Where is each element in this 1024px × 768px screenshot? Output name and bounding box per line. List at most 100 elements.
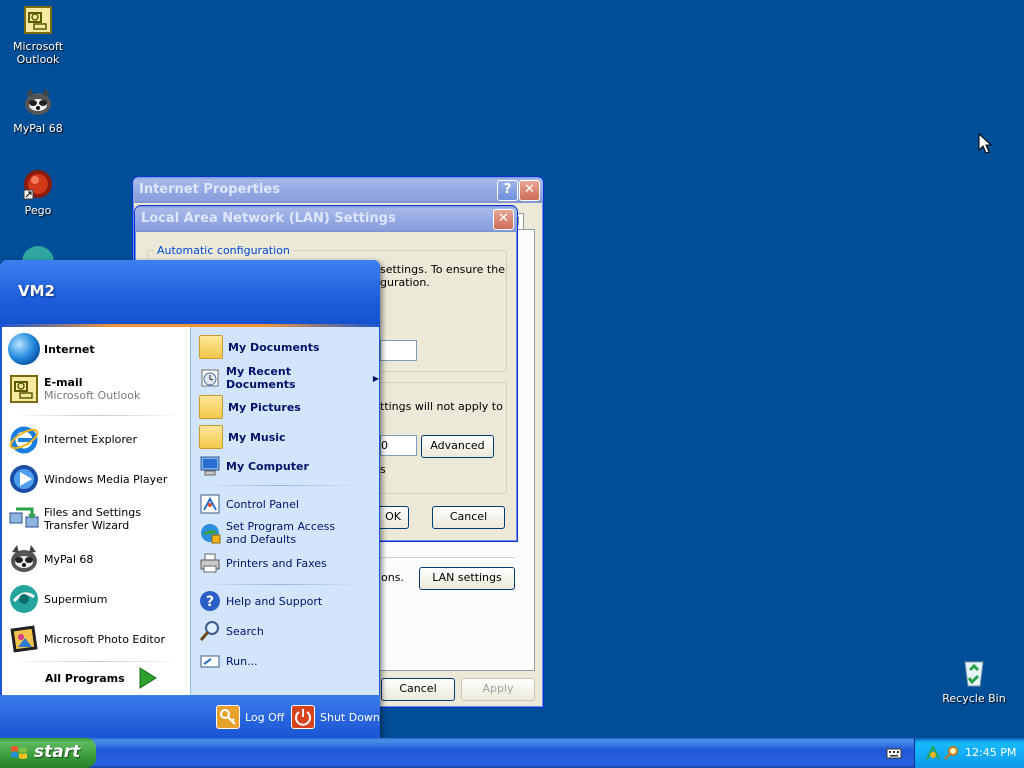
close-button[interactable]: ✕: [519, 180, 540, 201]
item-label: My Recent Documents: [226, 365, 296, 391]
item-label: Supermium: [44, 592, 108, 606]
item-label: My Pictures: [228, 400, 301, 414]
start-item-run[interactable]: Run...: [199, 650, 258, 672]
separator: [201, 485, 361, 486]
start-item-my-music[interactable]: My Music: [199, 425, 286, 449]
start-item-help[interactable]: ? Help and Support: [199, 590, 322, 612]
start-item-transfer-wizard[interactable]: Files and Settings Transfer Wizard: [8, 503, 179, 535]
start-item-program-access[interactable]: Set Program Access and Defaults: [199, 520, 356, 546]
desktop-icon-label: Recycle Bin: [942, 692, 1006, 705]
folder-music-icon: [199, 425, 223, 449]
separator: [12, 661, 182, 662]
item-label: MyPal 68: [44, 552, 94, 566]
item-label: Run...: [226, 654, 258, 668]
advanced-button[interactable]: Advanced: [421, 435, 494, 458]
transfer-wizard-icon: [8, 503, 40, 535]
folder-pictures-icon: [199, 395, 223, 419]
close-button[interactable]: ✕: [493, 209, 514, 230]
port-field[interactable]: 0: [380, 435, 417, 456]
desktop-icon-recycle-bin[interactable]: Recycle Bin: [936, 656, 1012, 705]
internet-properties-titlebar[interactable]: Internet Properties ? ✕: [133, 177, 543, 203]
item-label: My Music: [228, 430, 286, 444]
mouse-cursor-icon: [978, 133, 992, 154]
lan-settings-button[interactable]: LAN settings: [419, 567, 515, 590]
recycle-bin-icon: [958, 656, 990, 688]
window-title: Local Area Network (LAN) Settings: [141, 211, 396, 226]
outlook-icon: [8, 373, 40, 405]
shut-down-button[interactable]: Shut Down: [291, 705, 380, 729]
all-programs-button[interactable]: All Programs: [45, 667, 157, 689]
port-value: 0: [381, 439, 388, 452]
photo-editor-icon: [8, 623, 40, 655]
start-label: start: [34, 742, 81, 762]
script-address-field[interactable]: [380, 340, 417, 361]
item-label: Internet Explorer: [44, 432, 137, 446]
run-icon: [199, 650, 221, 672]
item-label: My Documents: [228, 340, 320, 354]
system-tray: 12:45 PM: [914, 738, 1024, 768]
start-item-my-recent-documents[interactable]: My Recent Documents ▶: [199, 365, 379, 391]
network-tray-icon[interactable]: [925, 745, 941, 761]
group-legend: Automatic configuration: [154, 244, 293, 257]
start-item-my-computer[interactable]: My Computer: [199, 455, 309, 477]
taskbar: [0, 738, 1024, 768]
item-label: Microsoft Photo Editor: [44, 632, 165, 646]
lan-settings-titlebar[interactable]: Local Area Network (LAN) Settings ✕: [135, 206, 517, 232]
start-item-internet-explorer[interactable]: Internet Explorer: [8, 423, 137, 455]
start-item-mypal[interactable]: MyPal 68: [8, 543, 93, 575]
internet-globe-icon: [8, 333, 40, 365]
start-item-internet[interactable]: Internet: [8, 333, 95, 365]
desktop-icon-outlook[interactable]: Microsoft Outlook: [0, 4, 76, 66]
start-item-control-panel[interactable]: Control Panel: [199, 493, 299, 515]
pego-icon: [22, 168, 54, 200]
auto-config-text-1: settings. To ensure the: [380, 263, 505, 276]
start-item-my-documents[interactable]: My Documents: [199, 335, 320, 359]
start-item-media-player[interactable]: Windows Media Player: [8, 463, 167, 495]
ok-button[interactable]: OK: [377, 506, 409, 529]
item-label: Windows Media Player: [44, 472, 168, 486]
help-icon: ?: [199, 590, 221, 612]
item-label: My Computer: [226, 459, 309, 473]
proxy-text-1: ttings will not apply to: [380, 400, 503, 413]
start-button[interactable]: start: [0, 738, 96, 768]
cancel-button[interactable]: Cancel: [381, 678, 455, 701]
auto-config-text-2: guration.: [380, 276, 430, 289]
desktop-icon-mypal[interactable]: MyPal 68: [0, 86, 76, 135]
submenu-arrow-icon: ▶: [372, 373, 379, 383]
lan-separator: [379, 557, 515, 558]
folder-documents-icon: [199, 335, 223, 359]
item-label: Internet: [44, 342, 95, 356]
search-icon: [199, 620, 221, 642]
separator: [12, 415, 182, 416]
clock[interactable]: 12:45 PM: [965, 746, 1016, 759]
start-item-email[interactable]: E-mail Microsoft Outlook: [8, 373, 140, 405]
lan-text-fragment: ons.: [381, 571, 404, 584]
start-item-photo-editor[interactable]: Microsoft Photo Editor: [8, 623, 165, 655]
recent-documents-icon: [199, 367, 221, 389]
mypal-icon: [22, 86, 54, 118]
item-label: Printers and Faxes: [226, 556, 327, 570]
start-item-supermium[interactable]: Supermium: [8, 583, 108, 615]
start-item-search[interactable]: Search: [199, 620, 264, 642]
item-label: Control Panel: [226, 497, 299, 511]
apply-button[interactable]: Apply: [461, 678, 535, 701]
item-label: Files and Settings Transfer Wizard: [44, 506, 141, 532]
desktop-icon-label: MyPal 68: [13, 122, 63, 135]
start-menu-right-column: My Documents My Recent Documents ▶ My Pi…: [190, 327, 379, 695]
item-label: Set Program Access and Defaults: [226, 520, 336, 546]
bypass-fragment: s: [380, 463, 386, 476]
mypal-icon: [8, 543, 40, 575]
supermium-icon: [8, 583, 40, 615]
item-label: All Programs: [45, 671, 125, 685]
desktop-icon-pego[interactable]: Pego: [0, 168, 76, 217]
item-label: Shut Down: [320, 710, 380, 724]
start-item-printers[interactable]: Printers and Faxes: [199, 552, 327, 574]
cancel-button[interactable]: Cancel: [432, 506, 505, 529]
start-item-my-pictures[interactable]: My Pictures: [199, 395, 301, 419]
item-label: Log Off: [245, 710, 285, 724]
keyboard-icon[interactable]: [886, 746, 902, 760]
help-button[interactable]: ?: [497, 180, 518, 201]
search-tray-icon[interactable]: [943, 745, 959, 761]
log-off-button[interactable]: Log Off: [216, 705, 284, 729]
item-label: Search: [226, 624, 264, 638]
